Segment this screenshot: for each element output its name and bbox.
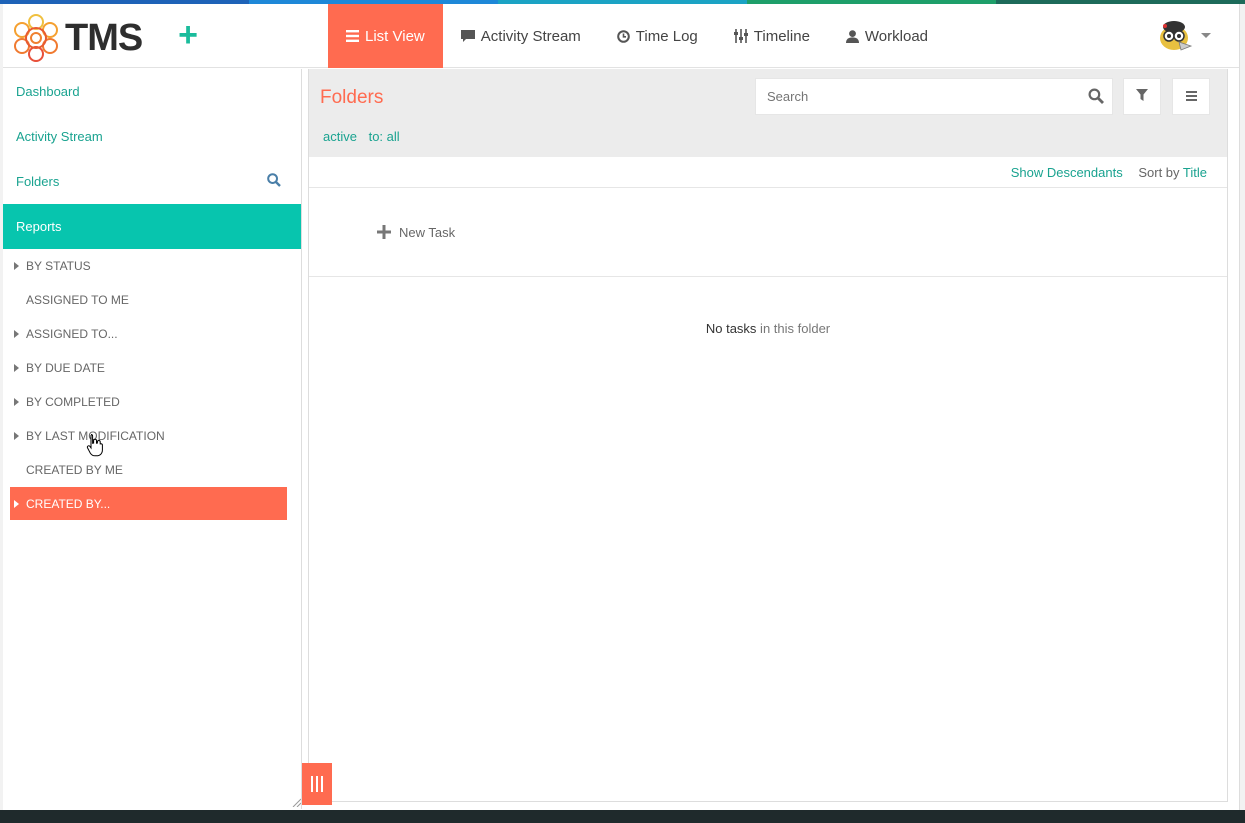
- hand-cursor-icon: [86, 434, 103, 457]
- report-by-last-modification[interactable]: BY LAST MODIFICATION: [3, 419, 301, 453]
- sidebar-item-activity-stream[interactable]: Activity Stream: [3, 114, 301, 159]
- empty-state-text: in this folder: [756, 321, 831, 336]
- search-box: [755, 78, 1113, 115]
- main-header: Folders active to: all: [309, 69, 1227, 157]
- nav-activity-stream[interactable]: Activity Stream: [443, 4, 599, 68]
- panel-splitter-handle[interactable]: [302, 763, 332, 805]
- window-scrollbar[interactable]: [1239, 4, 1245, 810]
- sidebar-item-dashboard[interactable]: Dashboard: [3, 69, 301, 114]
- sort-bar: Show Descendants Sort by Title: [309, 157, 1227, 188]
- main-panel: Folders active to: all Show Descendants …: [308, 69, 1228, 802]
- resize-grip-icon[interactable]: [291, 797, 301, 807]
- report-assigned-to-me[interactable]: ASSIGNED TO ME: [3, 283, 301, 317]
- comment-icon: [460, 30, 475, 42]
- sidebar-item-label: Folders: [16, 174, 60, 189]
- sidebar-item-reports[interactable]: Reports: [3, 204, 301, 249]
- bottom-bar: [0, 810, 1245, 823]
- nav-timeline[interactable]: Timeline: [716, 4, 828, 68]
- report-label: CREATED BY...: [26, 496, 111, 511]
- report-by-due-date[interactable]: BY DUE DATE: [3, 351, 301, 385]
- show-descendants-link[interactable]: Show Descendants: [1011, 165, 1123, 180]
- caret-right-icon[interactable]: [14, 262, 19, 270]
- caret-right-icon[interactable]: [14, 500, 19, 508]
- avatar: [1160, 21, 1193, 51]
- new-task-row: New Task: [309, 188, 1227, 277]
- nav-timeline-label: Timeline: [753, 27, 810, 45]
- user-icon: [845, 29, 859, 43]
- report-label: BY COMPLETED: [26, 395, 120, 409]
- chevron-down-icon: [1201, 32, 1211, 38]
- report-created-by[interactable]: CREATED BY...: [10, 487, 287, 520]
- filter-icon: [1136, 88, 1148, 106]
- menu-icon: [1185, 88, 1197, 106]
- sort-by-value[interactable]: Title: [1183, 165, 1207, 180]
- new-task-button[interactable]: New Task: [377, 225, 455, 240]
- empty-state: No tasks in this folder: [309, 321, 1227, 336]
- search-input[interactable]: [756, 79, 1066, 114]
- nav-list-view[interactable]: List View: [328, 4, 443, 68]
- sort-controls: Show Descendants Sort by Title: [1011, 165, 1207, 180]
- report-by-completed[interactable]: BY COMPLETED: [3, 385, 301, 419]
- main-nav: List View Activity Stream Time Log Timel…: [328, 4, 946, 68]
- reports-list: BY STATUS ASSIGNED TO ME ASSIGNED TO... …: [3, 249, 301, 520]
- plus-icon: [377, 225, 391, 240]
- add-new-button[interactable]: +: [173, 18, 203, 52]
- report-label: ASSIGNED TO ME: [26, 293, 129, 307]
- sidebar-item-folders[interactable]: Folders: [3, 159, 301, 204]
- caret-right-icon[interactable]: [14, 364, 19, 372]
- list-icon: [346, 30, 359, 42]
- caret-right-icon[interactable]: [14, 330, 19, 338]
- nav-activity-stream-label: Activity Stream: [480, 27, 581, 45]
- nav-time-log-label: Time Log: [635, 27, 698, 45]
- sidebar: Dashboard Activity Stream Folders Report…: [3, 69, 302, 809]
- logo-flower-icon: [14, 14, 58, 62]
- nav-workload[interactable]: Workload: [828, 4, 946, 68]
- report-label: ASSIGNED TO...: [26, 327, 118, 341]
- user-menu[interactable]: [1157, 18, 1211, 52]
- report-created-by-me[interactable]: CREATED BY ME: [3, 453, 301, 487]
- sidebar-item-label: Reports: [16, 219, 62, 234]
- nav-time-log[interactable]: Time Log: [599, 4, 716, 68]
- app-logo[interactable]: TMS: [11, 10, 151, 66]
- report-label: BY DUE DATE: [26, 361, 105, 375]
- search-icon[interactable]: [267, 173, 281, 190]
- sidebar-item-label: Dashboard: [16, 84, 80, 99]
- filter-button[interactable]: [1123, 78, 1161, 115]
- new-task-label: New Task: [399, 225, 456, 240]
- logo-text: TMS: [65, 16, 143, 59]
- report-label: CREATED BY ME: [26, 463, 123, 477]
- nav-workload-label: Workload: [864, 27, 929, 45]
- filter-assignee[interactable]: to: all: [369, 129, 400, 144]
- sort-by-label: Sort by: [1138, 165, 1180, 180]
- menu-button[interactable]: [1172, 78, 1210, 115]
- caret-right-icon[interactable]: [14, 432, 19, 440]
- caret-right-icon[interactable]: [14, 398, 19, 406]
- search-icon[interactable]: [1088, 88, 1104, 109]
- empty-state-bold: No tasks: [705, 321, 757, 336]
- sidebar-item-label: Activity Stream: [16, 129, 103, 144]
- report-label: BY STATUS: [26, 259, 91, 273]
- nav-list-view-label: List View: [365, 27, 425, 45]
- active-filters: active to: all: [323, 129, 408, 144]
- sliders-icon: [733, 29, 748, 43]
- filter-status[interactable]: active: [323, 129, 357, 144]
- report-assigned-to[interactable]: ASSIGNED TO...: [3, 317, 301, 351]
- clock-icon: [616, 29, 630, 43]
- report-by-status[interactable]: BY STATUS: [3, 249, 301, 283]
- app-header: TMS + List View Activity Stream Time Log: [3, 4, 1239, 68]
- page-title: Folders: [320, 87, 384, 108]
